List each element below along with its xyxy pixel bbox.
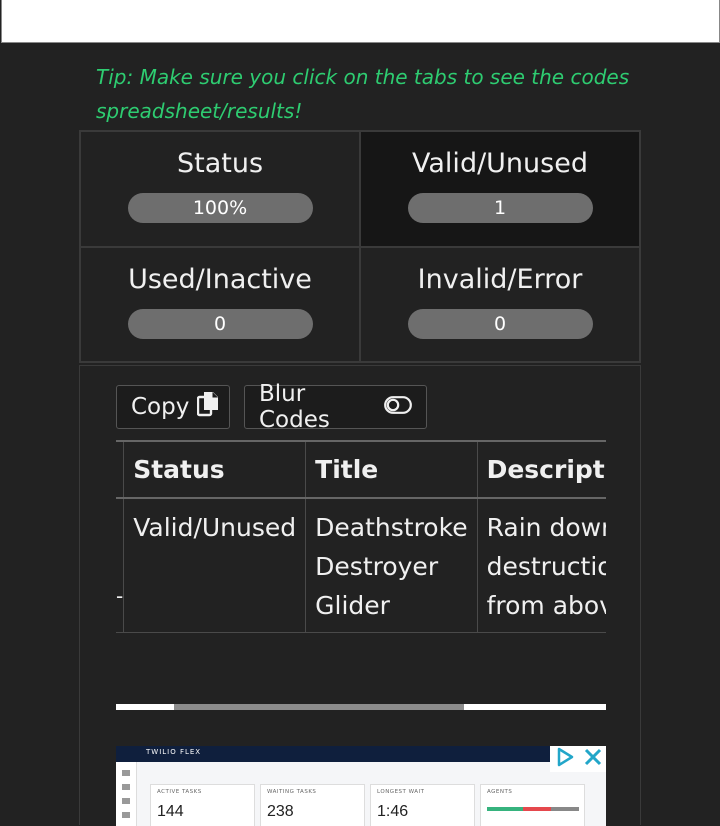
copy-icon: [197, 391, 219, 423]
ad-kpi-label: ACTIVE TASKS: [157, 789, 202, 795]
copy-button[interactable]: Copy: [116, 385, 230, 429]
ad-app-header: TWILIO FLEX: [116, 746, 606, 762]
table-row: - Valid/Unused Deathstroke Destroyer Gli…: [116, 497, 606, 633]
column-header-status[interactable]: Status: [123, 440, 307, 499]
results-panel: Copy Blur Codes Status Title Descript - …: [79, 365, 641, 826]
blur-label: Blur Codes: [259, 381, 330, 433]
ad-kpi-value: 238: [267, 803, 294, 820]
table-horizontal-scrollbar[interactable]: [116, 704, 606, 710]
ad-kpi-card: AGENTS: [480, 784, 585, 826]
cell-status: Valid/Unused: [123, 497, 307, 633]
column-header-title[interactable]: Title: [305, 440, 478, 499]
stat-progress-bar: 0: [127, 308, 313, 339]
stat-progress-bar: 100%: [127, 193, 313, 223]
copy-label: Copy: [131, 394, 190, 420]
stat-valid-unused[interactable]: Valid/Unused 1: [360, 131, 640, 247]
scrollbar-thumb[interactable]: [174, 704, 464, 710]
ad-agents-bar: [487, 807, 579, 811]
ad-kpi-card: ACTIVE TASKS 144: [150, 784, 255, 826]
ad-kpi-label: WAITING TASKS: [267, 789, 317, 795]
stat-label: Used/Inactive: [128, 263, 312, 295]
ad-kpi-card: WAITING TASKS 238: [260, 784, 365, 826]
toggle-off-icon: [384, 394, 412, 420]
ad-sidebar: [116, 762, 137, 826]
ad-kpi-value: 144: [157, 803, 184, 820]
stat-progress-bar: 0: [407, 308, 593, 339]
table-header-row: Status Title Description: [116, 440, 606, 499]
cell-title: Deathstroke Destroyer Glider: [305, 497, 478, 633]
stat-label: Status: [176, 148, 264, 179]
stat-label: Valid/Unused: [412, 148, 588, 179]
row-marker: -: [116, 497, 125, 633]
stats-grid: Status 100% Valid/Unused 1 Used/Inactive…: [79, 130, 641, 363]
ad-kpi-label: LONGEST WAIT: [377, 789, 425, 795]
ad-play-icon[interactable]: [555, 747, 575, 771]
tip-text: Tip: Make sure you click on the tabs to …: [96, 65, 630, 123]
column-header-description[interactable]: Description: [476, 440, 606, 499]
blur-codes-button[interactable]: Blur Codes: [244, 381, 427, 433]
ad-brand: TWILIO FLEX: [146, 748, 202, 756]
stat-label: Invalid/Error: [417, 263, 583, 295]
stat-invalid-error[interactable]: Invalid/Error 0: [360, 246, 640, 362]
stat-used-inactive[interactable]: Used/Inactive 0: [80, 246, 360, 362]
stat-status: Status 100%: [80, 131, 360, 247]
cell-description: Rain down destruction from above.: [476, 497, 606, 633]
ad-kpi-value: 1:46: [377, 803, 409, 820]
ad-kpi-label: AGENTS: [487, 789, 513, 795]
stat-progress-bar: 1: [407, 193, 593, 223]
top-banner-box: [1, 0, 720, 43]
column-header-marker: [116, 440, 125, 499]
ad-choices[interactable]: [550, 746, 606, 772]
row-marker-text: -: [116, 584, 124, 608]
ad-kpi-card: LONGEST WAIT 1:46: [370, 784, 475, 826]
codes-table-container[interactable]: Status Title Description - Valid/Unused …: [116, 440, 606, 676]
ad-close-icon[interactable]: [584, 748, 602, 770]
codes-table: Status Title Description - Valid/Unused …: [116, 440, 606, 633]
advertisement[interactable]: TWILIO FLEX ACTIVE TASKS 144 WAITING TAS…: [116, 746, 606, 826]
